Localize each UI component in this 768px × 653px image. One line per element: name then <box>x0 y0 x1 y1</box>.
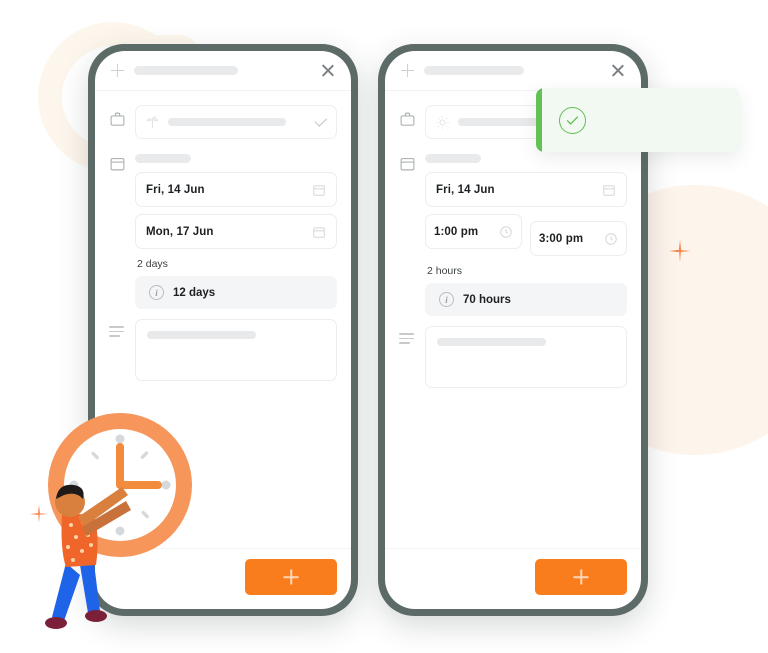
dates-row: Fri, 14 Jun Mon, 17 Jun 2 days i 12 days <box>109 149 337 309</box>
end-date-value: Mon, 17 Jun <box>146 225 214 238</box>
end-time-field[interactable]: 3:00 pm <box>530 221 627 256</box>
submit-button[interactable] <box>535 559 627 595</box>
modal-title-placeholder <box>134 66 238 75</box>
end-time-value: 3:00 pm <box>539 232 584 245</box>
end-date-field[interactable]: Mon, 17 Jun <box>135 214 337 249</box>
calendar-icon <box>109 149 126 172</box>
leave-type-row <box>109 105 337 139</box>
modal-body: Fri, 14 Jun 1:00 pm 3:00 pm 2 hours i 70… <box>385 91 641 548</box>
dates-row: Fri, 14 Jun 1:00 pm 3:00 pm 2 hours i 70… <box>399 149 627 316</box>
balance-text: 12 days <box>173 286 216 299</box>
duration-note: 2 hours <box>427 265 463 277</box>
sun-icon <box>435 115 450 130</box>
balance-pill: i 12 days <box>135 276 337 309</box>
dates-label-placeholder <box>135 154 191 163</box>
success-toast[interactable] <box>536 88 740 152</box>
plus-icon[interactable] <box>111 64 124 77</box>
start-time-field[interactable]: 1:00 pm <box>425 214 522 249</box>
info-icon: i <box>149 285 164 300</box>
calendar-icon[interactable] <box>312 183 326 197</box>
palm-tree-icon <box>145 115 160 130</box>
date-field[interactable]: Fri, 14 Jun <box>425 172 627 207</box>
plus-icon[interactable] <box>401 64 414 77</box>
dates-content: Fri, 14 Jun 1:00 pm 3:00 pm 2 hours i 70… <box>425 149 627 316</box>
modal-header <box>385 51 641 91</box>
briefcase-icon <box>109 105 126 128</box>
time-row: 1:00 pm 3:00 pm <box>425 214 627 256</box>
notes-row <box>399 326 627 388</box>
close-icon[interactable] <box>610 63 625 78</box>
person-pushing-clock-illustration <box>18 395 233 640</box>
start-date-value: Fri, 14 Jun <box>146 183 205 196</box>
notes-icon <box>399 326 416 347</box>
leave-type-value <box>168 118 286 126</box>
balance-pill: i 70 hours <box>425 283 627 316</box>
dates-label-placeholder <box>425 154 481 163</box>
modal-header <box>95 51 351 91</box>
clock-icon[interactable] <box>499 225 513 239</box>
toast-accent-bar <box>536 88 542 152</box>
chevron-down-icon[interactable] <box>314 113 328 127</box>
notes-content <box>425 326 627 388</box>
notes-row <box>109 319 337 381</box>
sparkle-icon <box>669 240 691 262</box>
dates-content: Fri, 14 Jun Mon, 17 Jun 2 days i 12 days <box>135 149 337 309</box>
notes-placeholder <box>147 331 256 339</box>
submit-button[interactable] <box>245 559 337 595</box>
info-icon: i <box>439 292 454 307</box>
date-value: Fri, 14 Jun <box>436 183 495 196</box>
notes-textarea[interactable] <box>135 319 337 381</box>
notes-content <box>135 319 337 381</box>
start-date-field[interactable]: Fri, 14 Jun <box>135 172 337 207</box>
modal-footer <box>385 548 641 609</box>
briefcase-icon <box>399 105 416 128</box>
calendar-icon[interactable] <box>312 225 326 239</box>
illustration-stage: Fri, 14 Jun Mon, 17 Jun 2 days i 12 days… <box>0 0 768 653</box>
balance-text: 70 hours <box>463 293 511 306</box>
clock-icon[interactable] <box>604 232 618 246</box>
leave-type-content <box>135 105 337 139</box>
modal-title-placeholder <box>424 66 524 75</box>
calendar-icon[interactable] <box>602 183 616 197</box>
notes-placeholder <box>437 338 546 346</box>
leave-type-select[interactable] <box>135 105 337 139</box>
close-icon[interactable] <box>320 63 335 78</box>
duration-note: 2 days <box>137 258 168 270</box>
notes-icon <box>109 319 126 340</box>
notes-textarea[interactable] <box>425 326 627 388</box>
start-time-value: 1:00 pm <box>434 225 479 238</box>
calendar-icon <box>399 149 416 172</box>
check-circle-icon <box>559 106 586 134</box>
